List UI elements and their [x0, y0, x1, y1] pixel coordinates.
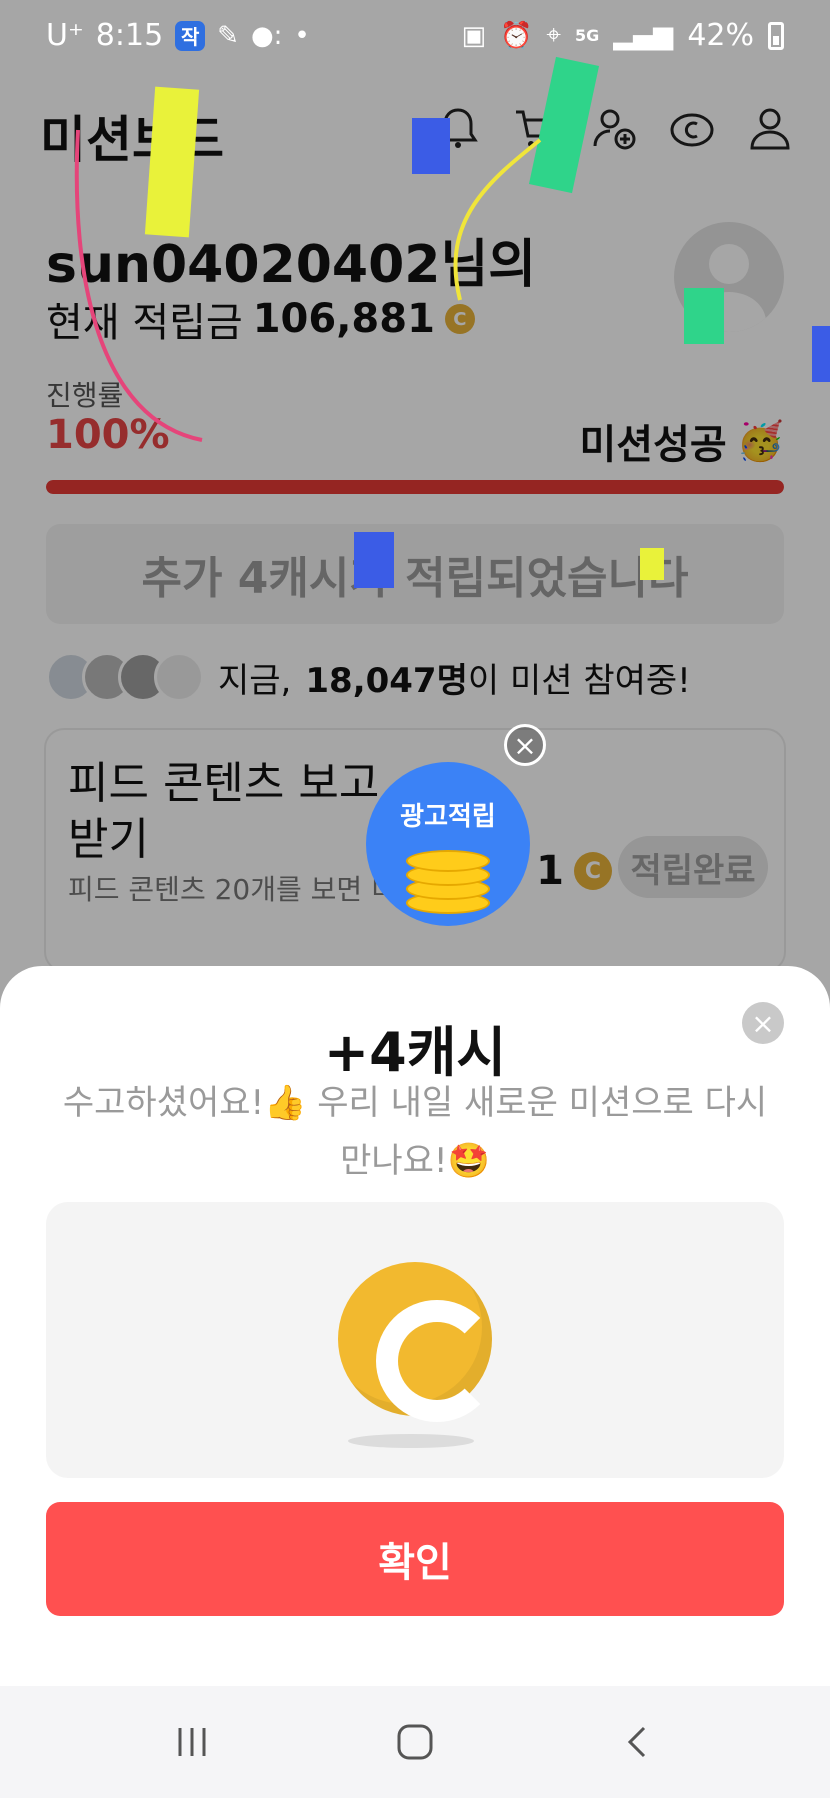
recent-apps-icon[interactable] — [152, 1702, 232, 1782]
close-icon[interactable]: × — [504, 724, 546, 766]
dot-icon: • — [294, 20, 310, 51]
coin-illustration-box — [46, 1202, 784, 1478]
signal-icon: ▂▄▆ — [613, 20, 674, 51]
clipboard-icon: ▣ — [461, 20, 487, 51]
confetti-streamer — [453, 138, 542, 301]
pen-icon: ✎ — [217, 20, 239, 51]
coin-icon — [338, 1262, 492, 1416]
coin-shadow — [348, 1434, 474, 1448]
confetti-piece — [354, 532, 394, 588]
home-icon[interactable] — [375, 1702, 455, 1782]
ad-reward-label: 광고적립 — [400, 802, 496, 832]
confirm-button[interactable]: 확인 — [46, 1502, 784, 1616]
close-icon[interactable]: × — [742, 1002, 784, 1044]
sheet-message-line1: 수고하셨어요!👍 우리 내일 새로운 미션으로 다시 — [62, 1083, 768, 1123]
coin-stack-icon — [406, 844, 490, 914]
confetti-streamer — [74, 129, 203, 442]
sheet-message-line2: 만나요!🤩 — [340, 1141, 490, 1181]
back-icon[interactable] — [598, 1702, 678, 1782]
network-label: 5G — [575, 26, 600, 45]
confetti-piece — [640, 548, 664, 580]
confetti-piece — [812, 326, 830, 382]
confetti-piece — [684, 288, 724, 344]
app-notification-icon: 작 — [175, 20, 206, 51]
reward-bottom-sheet: +4캐시 × 수고하셨어요!👍 우리 내일 새로운 미션으로 다시 만나요!🤩 … — [0, 966, 830, 1686]
status-time: 8:15 — [95, 18, 164, 53]
link-icon: ●: — [250, 20, 283, 51]
battery-label: 42% — [687, 18, 754, 53]
system-nav-bar — [0, 1686, 830, 1798]
sheet-message: 수고하셨어요!👍 우리 내일 새로운 미션으로 다시 만나요!🤩 — [40, 1074, 790, 1190]
carrier-label: U⁺ — [46, 18, 84, 53]
status-bar: U⁺ 8:15 작 ✎ ●: • ▣ ⏰ ⌖ 5G ▂▄▆ 42% — [0, 0, 830, 62]
location-icon: ⌖ — [546, 20, 562, 50]
ad-reward-bubble[interactable]: 광고적립 — [366, 762, 530, 926]
battery-icon — [768, 21, 784, 50]
alarm-icon: ⏰ — [500, 20, 533, 51]
